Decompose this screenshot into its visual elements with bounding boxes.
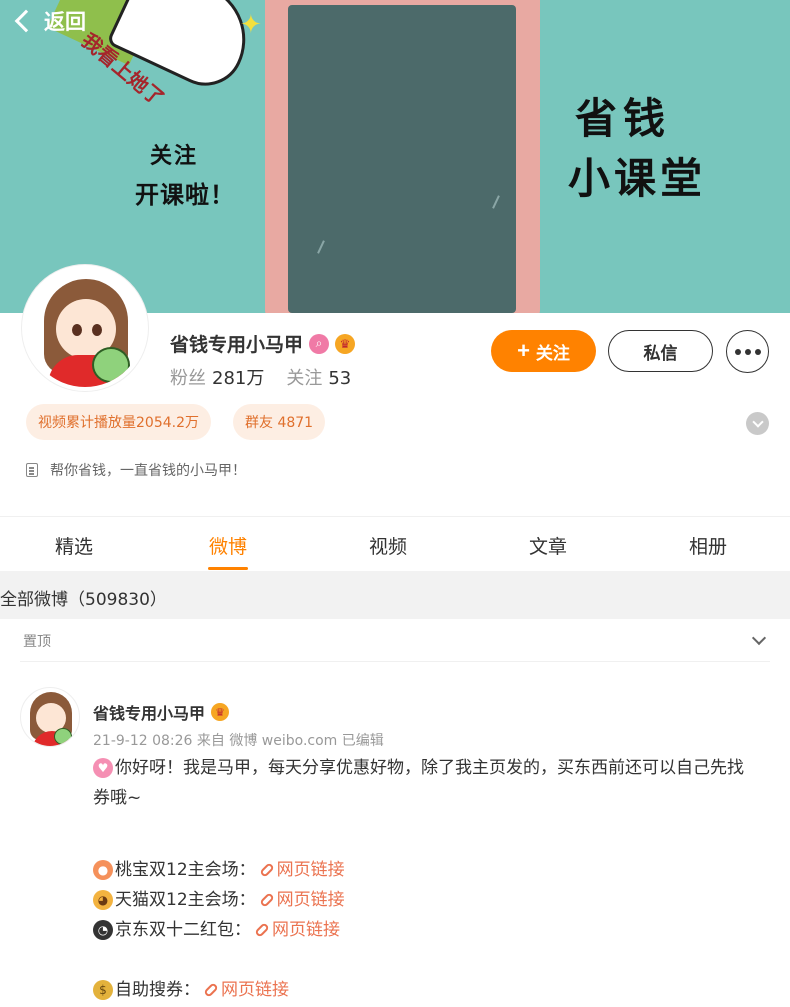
expand-profile-button[interactable]	[746, 412, 769, 435]
money-bag-icon: $	[93, 980, 113, 1000]
post-author[interactable]: 省钱专用小马甲	[93, 700, 205, 724]
profile-name-row: 省钱专用小马甲 ⌕ ♛	[170, 330, 356, 357]
message-button[interactable]: 私信	[608, 330, 713, 372]
link-icon	[203, 982, 219, 998]
all-weibo-filter[interactable]: 全部微博（509830）	[0, 571, 790, 619]
chevron-left-icon	[14, 9, 38, 33]
tab-weibo[interactable]: 微博	[148, 517, 308, 570]
banner-text: 省钱	[575, 94, 672, 143]
follow-button-label: 关注	[535, 343, 570, 363]
profile-bio: 帮你省钱，一直省钱的小马甲！	[26, 460, 246, 480]
crown-badge-icon: ♛	[211, 703, 230, 721]
banner-text: 开课啦！	[135, 180, 235, 209]
following-stat[interactable]: 关注 53	[286, 364, 351, 390]
crown-badge-icon[interactable]: ♛	[335, 333, 356, 354]
post-avatar[interactable]	[20, 687, 80, 747]
dot-icon	[754, 348, 761, 355]
plus-icon: +	[517, 338, 530, 363]
post-text: 券哦~	[93, 788, 142, 808]
cat-icon: ◕	[93, 890, 113, 910]
heart-icon: ♥	[93, 758, 113, 778]
post-meta: 21-9-12 08:26 来自 微博 weibo.com 已编辑	[93, 733, 384, 749]
profile-stats: 粉丝 281万 关注 53	[170, 364, 351, 390]
profile-tabs: 精选 微博 视频 文章 相册	[0, 516, 790, 570]
tab-articles[interactable]: 文章	[468, 517, 628, 570]
banner-text: 关注	[150, 143, 199, 169]
post-text: 你好呀！我是马甲，每天分享优惠好物，除了我主页发的，买东西前还可以自己先找	[115, 758, 744, 778]
web-link[interactable]: 网页链接	[203, 975, 289, 1005]
post-author-row: 省钱专用小马甲 ♛	[93, 700, 230, 724]
banner-board	[288, 5, 516, 313]
post-item-label: 桃宝双12主会场：	[115, 860, 256, 880]
tab-featured[interactable]: 精选	[0, 517, 148, 570]
dog-icon: ◔	[93, 920, 113, 940]
pinned-header[interactable]: 置顶	[20, 620, 770, 662]
banner-text: 小课堂	[568, 154, 707, 203]
post-content: ♥ 你好呀！我是马甲，每天分享优惠好物，除了我主页发的，买东西前还可以自己先找 券…	[93, 753, 773, 1005]
sparkle-icon: ✦	[240, 10, 262, 40]
post-item-label: 京东双十二红包：	[115, 920, 251, 940]
link-icon	[254, 922, 270, 938]
web-link[interactable]: 网页链接	[254, 915, 340, 945]
profile-name: 省钱专用小马甲	[170, 334, 304, 356]
dot-icon	[744, 348, 751, 355]
profile-banner: ✦ 省钱 小课堂 关注 开课啦！ 我看上她了	[0, 0, 790, 313]
chevron-down-icon	[751, 415, 764, 428]
back-label: 返回	[44, 10, 86, 34]
follow-button[interactable]: + 关注	[491, 330, 596, 372]
web-link[interactable]: 网页链接	[258, 885, 345, 915]
group-members-tag[interactable]: 群友 4871	[233, 404, 326, 440]
post-item-label: 自助搜券：	[115, 980, 200, 1000]
search-badge-icon[interactable]: ⌕	[309, 333, 330, 354]
avatar[interactable]	[22, 265, 148, 391]
document-icon	[26, 463, 38, 477]
pinned-label: 置顶	[23, 633, 51, 650]
chevron-down-icon	[751, 630, 767, 645]
fans-stat[interactable]: 粉丝 281万	[170, 364, 264, 390]
link-icon	[258, 862, 275, 878]
peach-icon: ●	[93, 860, 113, 880]
link-icon	[258, 892, 275, 908]
video-views-tag[interactable]: 视频累计播放量2054.2万	[26, 404, 211, 440]
post-item-label: 天猫双12主会场：	[115, 890, 256, 910]
dot-icon	[734, 348, 741, 355]
bio-text: 帮你省钱，一直省钱的小马甲！	[50, 463, 246, 479]
more-options-button[interactable]	[726, 330, 769, 373]
tab-video[interactable]: 视频	[308, 517, 468, 570]
web-link[interactable]: 网页链接	[258, 855, 345, 885]
back-button[interactable]: 返回	[12, 6, 86, 36]
tab-album[interactable]: 相册	[628, 517, 788, 570]
